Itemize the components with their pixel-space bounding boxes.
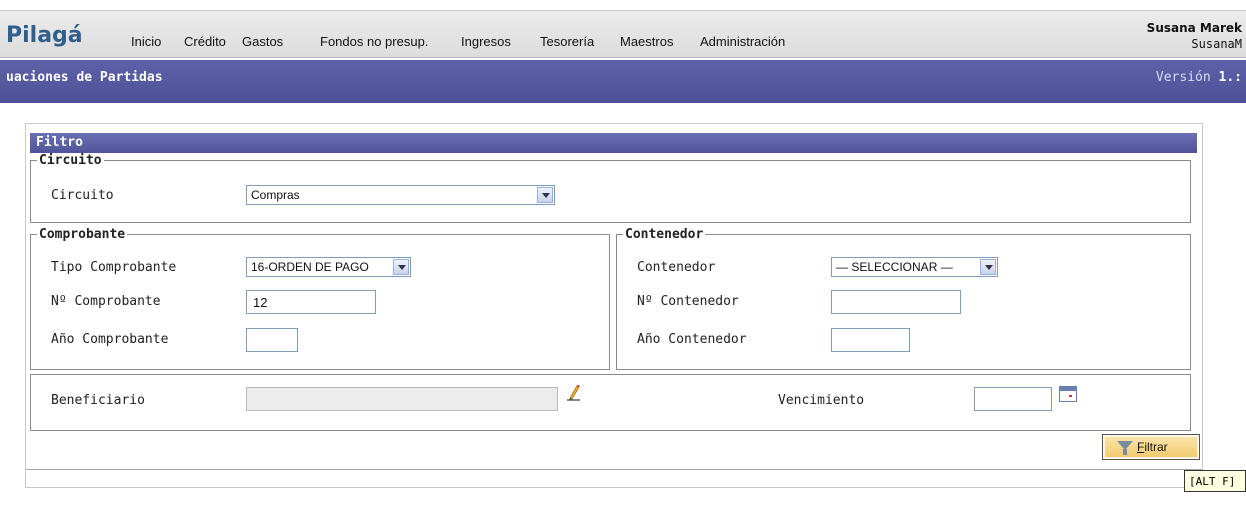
circuito-fieldset: Circuito [30, 153, 1191, 223]
version-value: 1.: [1218, 70, 1242, 85]
vencimiento-label: Vencimiento [778, 393, 865, 408]
filtrar-tooltip: [ALT F] [1184, 470, 1246, 492]
user-login: SusanaM [1191, 37, 1242, 51]
circuito-label: Circuito [51, 188, 114, 203]
anio-comprobante-input[interactable] [246, 328, 298, 352]
beneficiario-input [246, 387, 558, 411]
numero-comprobante-label: Nº Comprobante [51, 294, 161, 309]
funnel-stem [1123, 449, 1127, 455]
panel-divider [26, 469, 1202, 470]
menu-item-inicio[interactable]: Inicio [131, 34, 161, 49]
filter-panel: Filtro Circuito Circuito Compras Comprob… [25, 123, 1203, 488]
circuito-select-value: Compras [251, 188, 300, 202]
version-info: Versión 1.: [1156, 70, 1242, 85]
menu-item-gastos[interactable]: Gastos [242, 34, 283, 49]
page-title-bar: uaciones de Partidas Versión 1.: [0, 60, 1246, 103]
tipo-comprobante-label: Tipo Comprobante [51, 260, 177, 275]
top-strip [0, 0, 1246, 10]
app-logo[interactable]: Pilagá [6, 23, 83, 48]
menu-item-credito[interactable]: Crédito [184, 34, 226, 49]
page-title: uaciones de Partidas [6, 70, 163, 85]
user-name: Susana Marek [1146, 21, 1242, 35]
pencil-icon[interactable] [565, 384, 581, 402]
menu-bar: Pilagá Inicio Crédito Gastos Fondos no p… [0, 10, 1246, 58]
numero-comprobante-input[interactable] [246, 290, 376, 314]
tipo-comprobante-select[interactable]: 16-ORDEN DE PAGO [246, 257, 411, 277]
anio-contenedor-label: Año Contenedor [637, 332, 747, 347]
numero-contenedor-input[interactable] [831, 290, 961, 314]
menu-item-fondos[interactable]: Fondos no presup. [320, 34, 428, 49]
beneficiario-label: Beneficiario [51, 393, 145, 408]
menu-item-maestros[interactable]: Maestros [620, 34, 673, 49]
filtrar-button[interactable]: Filtrar [1102, 434, 1200, 460]
vencimiento-input[interactable] [974, 387, 1052, 411]
chevron-down-icon[interactable] [537, 187, 553, 203]
filter-header: Filtro [30, 133, 1197, 153]
contenedor-select-value: — SELECCIONAR — [836, 260, 953, 274]
comprobante-legend: Comprobante [39, 227, 126, 242]
contenedor-label: Contenedor [637, 260, 716, 275]
circuito-select[interactable]: Compras [246, 185, 555, 205]
chevron-down-icon[interactable] [980, 259, 996, 275]
numero-contenedor-label: Nº Contenedor [637, 294, 739, 309]
filtrar-label-rest: iltrar [1144, 440, 1168, 454]
anio-comprobante-label: Año Comprobante [51, 332, 169, 347]
menu-item-tesoreria[interactable]: Tesorería [540, 34, 594, 49]
tipo-comprobante-value: 16-ORDEN DE PAGO [251, 260, 369, 274]
contenedor-select[interactable]: — SELECCIONAR — [831, 257, 998, 277]
chevron-down-icon[interactable] [393, 259, 409, 275]
circuito-legend: Circuito [39, 153, 102, 168]
filter-header-label: Filtro [36, 135, 83, 150]
contenedor-legend: Contenedor [625, 227, 704, 242]
menu-item-administracion[interactable]: Administración [700, 34, 785, 49]
filtrar-button-label: Filtrar [1137, 440, 1168, 454]
menu-item-ingresos[interactable]: Ingresos [461, 34, 511, 49]
version-prefix: Versión [1155, 70, 1211, 85]
calendar-icon[interactable] [1059, 386, 1077, 402]
anio-contenedor-input[interactable] [831, 328, 910, 352]
